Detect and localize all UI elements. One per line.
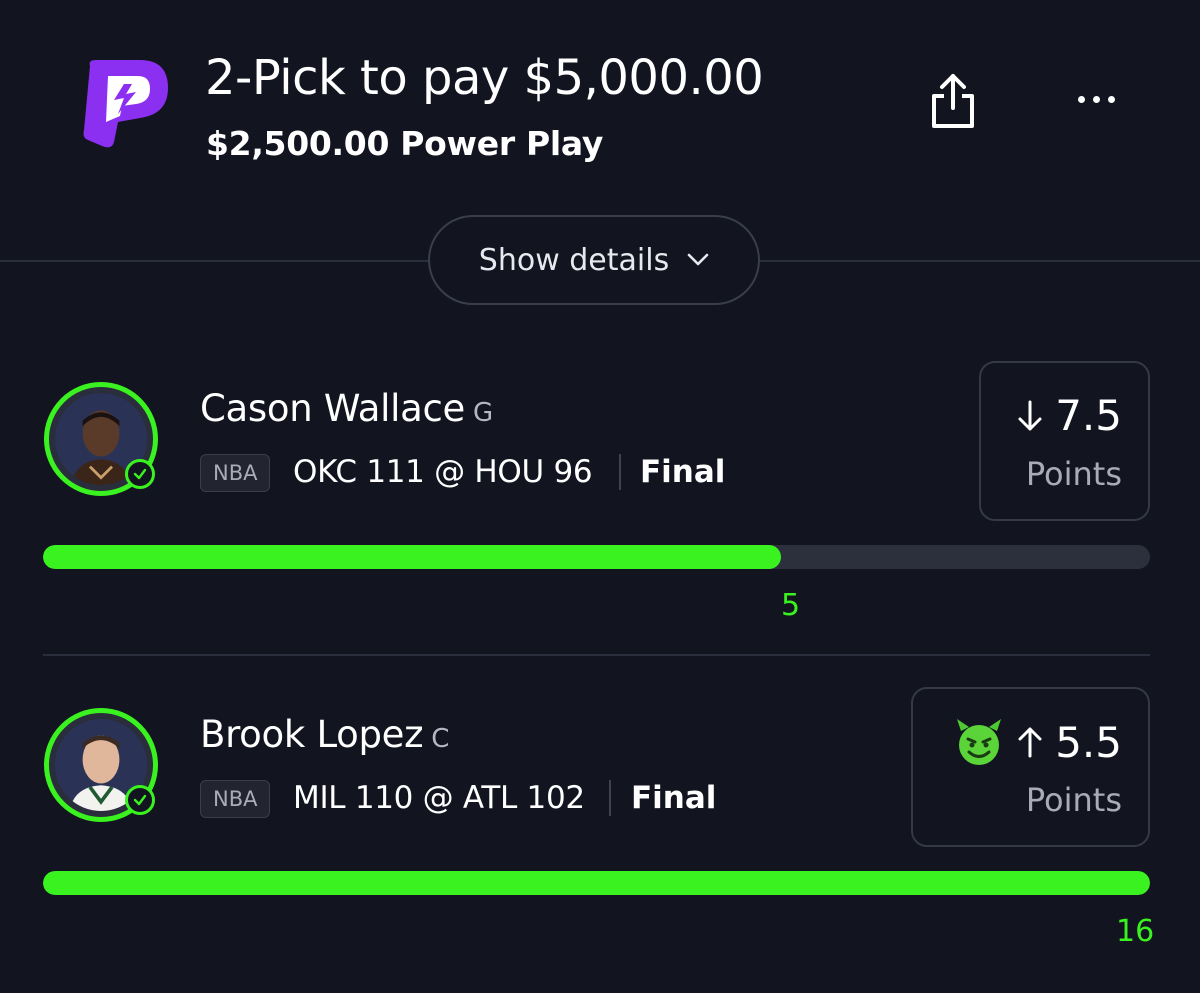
stat-type: Points [1025, 455, 1122, 493]
matchup-score: OKC 111 @ HOU 96 [293, 454, 593, 490]
arrow-up-icon [1018, 727, 1042, 758]
check-icon [125, 785, 155, 815]
player-position: G [472, 398, 493, 428]
line-value: 5.5 [1055, 717, 1122, 767]
dot [1092, 95, 1100, 103]
actual-stat-value: 5 [781, 588, 801, 623]
progress-fill [43, 871, 1150, 895]
progress-bar [43, 545, 1150, 569]
dot [1107, 95, 1115, 103]
player-name: Cason Wallace G [200, 387, 493, 430]
projection-box[interactable]: 5.5 Points [911, 687, 1150, 847]
show-details-button[interactable]: Show details [428, 215, 760, 305]
progress-bar [43, 871, 1150, 895]
line-value: 7.5 [1055, 391, 1122, 440]
show-details-label: Show details [478, 242, 670, 278]
pick-divider [43, 654, 1150, 656]
power-play-subtitle: $2,500.00 Power Play [206, 124, 604, 163]
separator [609, 780, 611, 816]
league-badge: NBA [200, 780, 271, 818]
player-name-text: Brook Lopez [200, 713, 424, 756]
check-icon [125, 459, 155, 489]
progress-fill [43, 545, 782, 569]
more-dots-icon[interactable] [1068, 84, 1124, 114]
player-name-text: Cason Wallace [200, 387, 465, 430]
projection-line: 7.5 [1017, 391, 1122, 440]
game-status: Final [640, 454, 726, 490]
player-name: Brook Lopez C [200, 713, 449, 756]
demon-emoji-icon [957, 719, 1002, 765]
projection-line: 5.5 [953, 717, 1122, 767]
player-position: C [431, 724, 450, 754]
page-title: 2-Pick to pay $5,000.00 [205, 50, 764, 106]
projection-box[interactable]: 7.5 Points [979, 361, 1150, 521]
stat-type: Points [1025, 781, 1122, 819]
avatar [44, 382, 158, 496]
game-status: Final [631, 780, 717, 816]
chevron-down-icon [687, 253, 709, 266]
avatar [44, 708, 158, 822]
matchup-score: MIL 110 @ ATL 102 [293, 780, 585, 816]
dot [1077, 95, 1085, 103]
league-badge: NBA [200, 454, 271, 492]
share-icon[interactable] [924, 70, 982, 132]
prizepicks-logo-icon [83, 60, 168, 148]
separator [619, 454, 621, 490]
arrow-down-icon [1018, 400, 1042, 430]
actual-stat-value: 16 [1116, 914, 1155, 949]
